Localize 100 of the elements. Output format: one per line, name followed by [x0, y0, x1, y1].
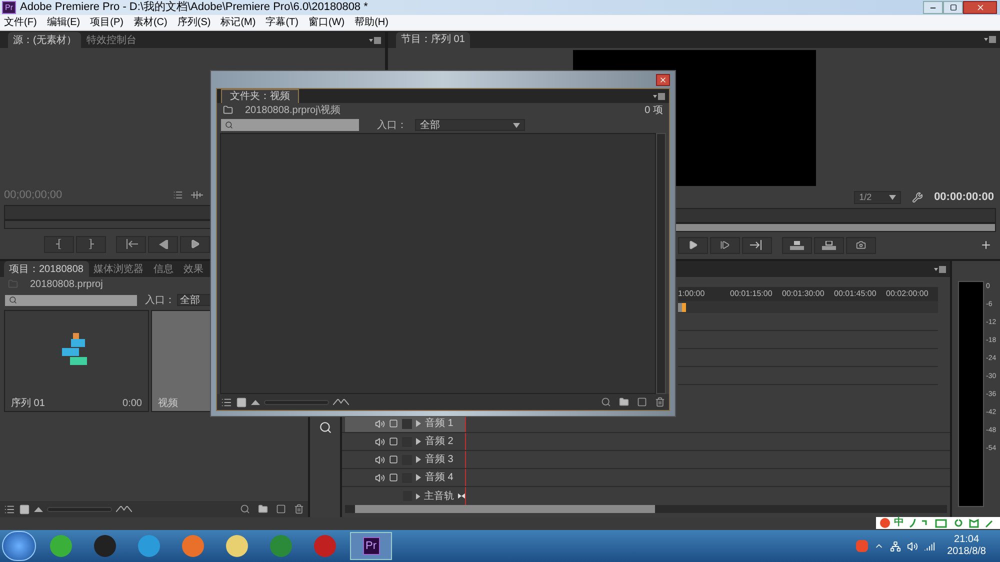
delete-icon[interactable] — [294, 504, 304, 514]
ime-mode[interactable]: 中 — [894, 518, 904, 528]
mark-in-icon — [56, 239, 62, 249]
track-name: 音频 1 — [425, 416, 454, 431]
step-forward-button[interactable] — [710, 236, 740, 254]
scroll-bar[interactable] — [656, 133, 666, 394]
parent-bin-icon[interactable] — [223, 105, 233, 115]
play-icon — [688, 240, 698, 250]
mark-out-icon — [88, 239, 94, 249]
bowtie-icon[interactable] — [458, 493, 465, 499]
new-item-icon[interactable] — [276, 504, 286, 514]
bin-icon — [8, 279, 18, 289]
expand-triangle-icon[interactable] — [416, 474, 421, 481]
timecode[interactable]: 00:00:00:00 — [934, 189, 994, 206]
panel-tab[interactable]: 特效控制台 — [81, 32, 142, 48]
list-view-icon[interactable] — [4, 504, 15, 515]
close-icon — [659, 76, 667, 84]
icon-view-icon[interactable] — [19, 504, 30, 515]
panel-tab[interactable]: 信息 — [148, 261, 178, 277]
menu-item[interactable]: 序列(S) — [177, 15, 211, 30]
panel-tab[interactable]: 项目：20180808 — [4, 261, 88, 277]
speaker-icon[interactable] — [375, 418, 385, 428]
taskbar-app-button[interactable]: Pr — [350, 532, 392, 560]
ruler-label: 00:01:30:00 — [782, 288, 826, 300]
menu-item[interactable]: 标记(M) — [220, 15, 256, 30]
go-to-in-button[interactable] — [116, 236, 146, 252]
menu-item[interactable]: 素材(C) — [133, 15, 168, 30]
mark-in-button[interactable] — [44, 236, 74, 252]
speaker-icon[interactable] — [375, 436, 385, 446]
time-ruler[interactable]: 1:00:00 00:01:15:00 00:01:30:00 00:01:45:00 00:02:00:00 — [678, 287, 938, 301]
zoom-tool-icon[interactable] — [318, 421, 332, 434]
panel-tab[interactable]: 效果 — [178, 261, 208, 277]
menu-item[interactable]: 项目(P) — [90, 15, 124, 30]
menu-item[interactable]: 帮助(H) — [354, 15, 388, 30]
menu-item[interactable]: 窗口(W) — [308, 15, 345, 30]
delete-icon[interactable] — [655, 397, 665, 407]
menu-item[interactable]: 编辑(E) — [46, 15, 80, 30]
list-view-icon[interactable] — [221, 396, 232, 408]
track-name: 主音轨 — [424, 490, 454, 504]
new-item-icon[interactable] — [637, 397, 647, 407]
zoom-in-icon[interactable] — [116, 506, 132, 512]
find-icon[interactable] — [601, 397, 611, 407]
settings-icon[interactable] — [912, 192, 924, 203]
step-back-button[interactable] — [148, 236, 178, 252]
clock-time[interactable]: 21:04 — [954, 534, 980, 546]
app-logo: Pr — [2, 1, 16, 14]
filter-label: 入口： — [377, 118, 407, 132]
search-field[interactable] — [221, 119, 359, 131]
ime-logo-icon[interactable] — [880, 518, 890, 528]
expand-triangle-icon[interactable] — [416, 420, 421, 427]
menu-item[interactable]: 字幕(T) — [266, 15, 298, 30]
export-frame-button[interactable] — [846, 236, 876, 254]
panel-menu-icon[interactable] — [934, 266, 946, 272]
close-button[interactable] — [656, 74, 670, 86]
extract-button[interactable] — [814, 236, 844, 254]
panel-menu-icon[interactable] — [369, 36, 381, 44]
mark-out-button[interactable] — [76, 236, 106, 252]
panel-tab[interactable]: 文件夹：视频 — [221, 89, 299, 103]
volume-icon[interactable] — [907, 540, 918, 552]
go-to-out-button[interactable] — [742, 236, 772, 254]
work-area-marker[interactable] — [678, 302, 686, 312]
panel-tab[interactable]: 源：(无素材） — [8, 32, 82, 48]
sequence-item[interactable]: 序列 01 0:00 — [4, 310, 149, 412]
extract-icon — [822, 240, 836, 250]
item-name: 序列 01 — [11, 396, 45, 410]
icon-view-icon[interactable] — [236, 396, 247, 408]
camera-icon — [856, 240, 866, 250]
maximize-button[interactable] — [943, 1, 963, 14]
zoom-dropdown[interactable]: 1/2 — [854, 190, 902, 204]
clock-date[interactable]: 2018/8/8 — [947, 546, 986, 558]
audio-wave-icon[interactable] — [191, 191, 203, 199]
signal-icon[interactable] — [924, 540, 936, 552]
expand-triangle-icon[interactable] — [416, 456, 421, 463]
lift-button[interactable] — [782, 236, 812, 254]
panel-menu-icon[interactable] — [653, 92, 665, 100]
speaker-icon[interactable] — [375, 472, 385, 482]
new-bin-icon[interactable] — [258, 504, 268, 514]
go-to-in-icon — [124, 239, 138, 249]
network-icon[interactable] — [890, 540, 902, 552]
find-icon[interactable] — [240, 504, 250, 514]
start-button[interactable] — [2, 531, 36, 562]
play-button[interactable] — [678, 236, 708, 254]
filter-dropdown[interactable]: 全部 — [415, 119, 525, 131]
expand-triangle-icon[interactable] — [416, 438, 421, 445]
speaker-icon[interactable] — [375, 454, 385, 464]
panel-tab[interactable]: 媒体浏览器 — [88, 261, 148, 277]
close-button[interactable] — [963, 1, 997, 14]
panel-tab[interactable]: 节目：序列 01 — [396, 32, 470, 48]
add-button-icon[interactable] — [980, 239, 992, 252]
play-button[interactable] — [180, 236, 210, 252]
search-field[interactable] — [5, 294, 137, 306]
zoom-out-icon[interactable] — [34, 506, 43, 512]
menu-item[interactable]: 文件(F) — [4, 15, 37, 30]
zoom-out-icon[interactable] — [251, 400, 260, 404]
new-bin-icon[interactable] — [619, 397, 629, 407]
panel-menu-icon[interactable] — [984, 36, 996, 44]
filter-label: 入口： — [145, 294, 175, 308]
expand-triangle-icon[interactable] — [416, 492, 420, 500]
scroll-bar[interactable] — [345, 505, 947, 513]
zoom-in-icon[interactable] — [333, 399, 349, 405]
